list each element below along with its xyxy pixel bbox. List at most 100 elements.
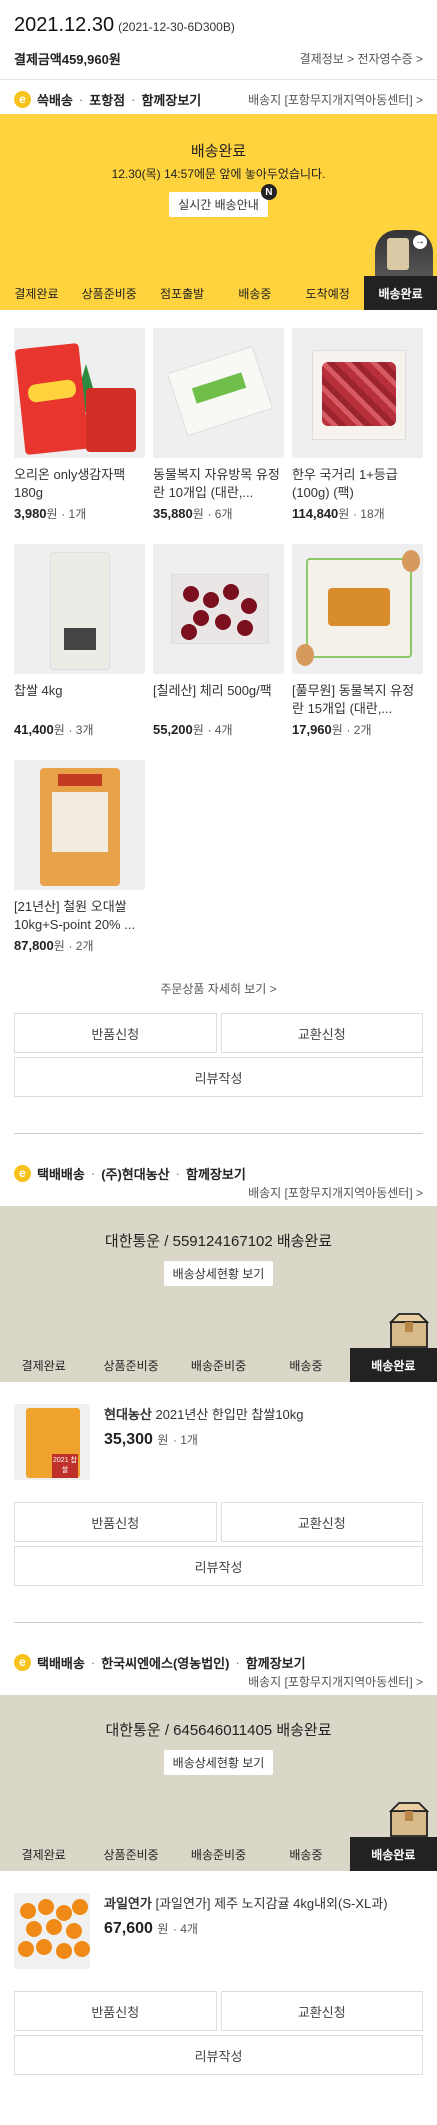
step: 배송중 [238, 286, 272, 301]
step-active: 배송완료 [349, 1837, 437, 1871]
exchange-request-button[interactable]: 교환신청 [220, 1991, 423, 2031]
delivery-type: 쓱배송 [37, 92, 73, 108]
arrow-right-icon: → [413, 235, 427, 249]
order-number: (2021-12-30-6D300B) [118, 20, 235, 34]
payment-receipt-links[interactable]: 결제정보 > 전자영수증 > [300, 50, 423, 67]
step: 배송중 [289, 1847, 323, 1862]
e-badge-icon: e [14, 1653, 31, 1671]
return-request-button[interactable]: 반품신청 [14, 1502, 217, 1542]
product-image [14, 544, 145, 674]
product-card[interactable]: 동물복지 자유방목 유정란 10개입 (대란,... 35,880원 · 6개 [153, 328, 284, 522]
action-buttons: 반품신청 교환신청 리뷰작성 [0, 1502, 437, 1586]
delivery-status-banner: 대한통운 / 645646011405 배송완료 배송상세현황 보기 [0, 1695, 437, 1837]
e-badge-icon: e [14, 90, 31, 108]
section-ssg-delivery: e 쓱배송 · 포항점 · 함께장보기 배송지 [포항무지개지역아동센터] > [0, 80, 437, 114]
delivery-steps: 결제완료 상품준비중 점포출발 배송중 도착예정 배송완료 [0, 276, 437, 310]
together-shopping: 함께장보기 [141, 92, 202, 108]
tracking-status: 대한통운 / 559124167102 배송완료 [104, 1233, 333, 1250]
order-date: 2021.12.30 (2021-12-30-6D300B) [14, 14, 235, 36]
step-active: 배송완료 [364, 276, 437, 310]
address-link[interactable]: 배송지 [포항무지개지역아동센터] > [14, 1673, 423, 1691]
product-name: 동물복지 자유방목 유정란 10개입 (대란,... [153, 467, 280, 500]
return-request-button[interactable]: 반품신청 [14, 1991, 217, 2031]
action-buttons: 반품신청 교환신청 리뷰작성 [0, 1013, 437, 1097]
delivery-status-banner: 대한통운 / 559124167102 배송완료 배송상세현황 보기 [0, 1206, 437, 1348]
section-divider [14, 1622, 423, 1623]
product-image [14, 1893, 90, 1969]
product-name: 한우 국거리 1+등급 (100g) (팩) [292, 467, 398, 500]
step: 결제완료 [14, 286, 59, 301]
product-image [292, 544, 423, 674]
product-price: 3,980원 · 1개 [14, 506, 87, 521]
section-parcel-delivery: e 택배배송 · (주)현대농산 · 함께장보기 배송지 [포항무지개지역아동센터]… [0, 1154, 437, 1206]
delivery-detail-button[interactable]: 배송상세현황 보기 [163, 1261, 274, 1286]
step: 배송중 [289, 1358, 323, 1373]
product-card[interactable]: 한우 국거리 1+등급 (100g) (팩) 114,840원 · 18개 [292, 328, 423, 522]
status-message: 12.30(목) 14:57에문 앞에 놓아두었습니다. [111, 167, 326, 181]
product-price: 114,840원 · 18개 [292, 506, 385, 521]
product-image [14, 328, 145, 458]
product-card[interactable]: [21년산] 철원 오대쌀 10kg+S-point 20% ... 87,80… [14, 760, 145, 954]
seller-name: (주)현대농산 [101, 1166, 170, 1182]
return-request-button[interactable]: 반품신청 [14, 1013, 217, 1053]
product-price: 41,400원 · 3개 [14, 722, 94, 737]
product-image [153, 328, 284, 458]
product-price: 87,800원 · 2개 [14, 938, 94, 953]
address-link[interactable]: 배송지 [포항무지개지역아동센터] > [14, 1184, 423, 1202]
write-review-button[interactable]: 리뷰작성 [14, 1057, 423, 1097]
store-name: 포항점 [89, 92, 126, 108]
product-item[interactable]: 2021 찹쌀 현대농산 2021년산 한입만 찹쌀10kg 35,300 원 … [0, 1382, 437, 1502]
e-badge-icon: e [14, 1164, 31, 1182]
exchange-request-button[interactable]: 교환신청 [220, 1502, 423, 1542]
exchange-request-button[interactable]: 교환신청 [220, 1013, 423, 1053]
product-name: 오리온 only생감자팩 180g [14, 467, 126, 500]
delivery-detail-button[interactable]: 배송상세현황 보기 [163, 1750, 274, 1775]
new-badge-icon: N [260, 184, 277, 200]
product-name: [21년산] 철원 오대쌀 10kg+S-point 20% ... [14, 899, 136, 932]
seller-name: 한국씨엔에스(영농법인) [101, 1655, 230, 1671]
delivery-steps: 결제완료 상품준비중 배송준비중 배송중 배송완료 [0, 1348, 437, 1382]
step: 배송준비중 [190, 1358, 247, 1373]
order-detail-link[interactable]: 주문상품 자세히 보기 > [0, 980, 437, 997]
step: 결제완료 [21, 1847, 66, 1862]
delivery-type: 택배배송 [37, 1166, 85, 1182]
product-price: 35,300 원 · 1개 [104, 1431, 198, 1448]
product-price: 35,880원 · 6개 [153, 506, 233, 521]
product-name: 과일연가 [과일연가] 제주 노지감귤 4kg내외(S-XL과) [104, 1896, 388, 1911]
product-card[interactable]: 찹쌀 4kg 41,400원 · 3개 [14, 544, 145, 738]
delivery-status-banner: 배송완료 12.30(목) 14:57에문 앞에 놓아두었습니다. 실시간 배송… [0, 114, 437, 276]
product-price: 67,600 원 · 4개 [104, 1920, 198, 1937]
section-divider [14, 1133, 423, 1134]
product-name: [풀무원] 동물복지 유정란 15개입 (대란,... [292, 683, 415, 716]
product-image [153, 544, 284, 674]
together-shopping: 함께장보기 [186, 1166, 246, 1182]
product-image: 2021 찹쌀 [14, 1404, 90, 1480]
product-item[interactable]: 과일연가 [과일연가] 제주 노지감귤 4kg내외(S-XL과) 67,600 … [0, 1871, 437, 1991]
parcel-box-icon [388, 1313, 430, 1348]
product-image [292, 328, 423, 458]
product-image [14, 760, 145, 890]
realtime-delivery-button[interactable]: 실시간 배송안내 N [169, 184, 277, 217]
address-link[interactable]: 배송지 [포항무지개지역아동센터] > [248, 91, 423, 108]
delivery-steps: 결제완료 상품준비중 배송준비중 배송중 배송완료 [0, 1837, 437, 1871]
status-title: 배송완료 [190, 143, 247, 160]
write-review-button[interactable]: 리뷰작성 [14, 2035, 423, 2075]
section-parcel-delivery: e 택배배송 · 한국씨엔에스(영농법인) · 함께장보기 배송지 [포항무지개지역… [0, 1643, 437, 1695]
step: 점포출발 [159, 286, 205, 301]
product-card[interactable]: 오리온 only생감자팩 180g 3,980원 · 1개 [14, 328, 145, 522]
parcel-box-icon [388, 1802, 430, 1837]
product-name: 현대농산 2021년산 한입만 찹쌀10kg [104, 1407, 304, 1422]
order-header: 2021.12.30 (2021-12-30-6D300B) 결제금액459,96… [0, 0, 437, 73]
together-shopping: 함께장보기 [245, 1655, 306, 1671]
action-buttons: 반품신청 교환신청 리뷰작성 [0, 1991, 437, 2091]
step: 배송준비중 [190, 1847, 247, 1862]
product-name: [칠레산] 체리 500g/팩 [153, 683, 272, 698]
step: 상품준비중 [103, 1358, 159, 1373]
delivery-type: 택배배송 [37, 1655, 85, 1671]
step: 결제완료 [21, 1358, 66, 1373]
write-review-button[interactable]: 리뷰작성 [14, 1546, 423, 1586]
product-card[interactable]: [풀무원] 동물복지 유정란 15개입 (대란,... 17,960원 · 2개 [292, 544, 423, 738]
product-card[interactable]: [칠레산] 체리 500g/팩 55,200원 · 4개 [153, 544, 284, 738]
step: 도착예정 [305, 286, 350, 301]
delivery-photo-thumbnail[interactable]: → [375, 230, 433, 276]
